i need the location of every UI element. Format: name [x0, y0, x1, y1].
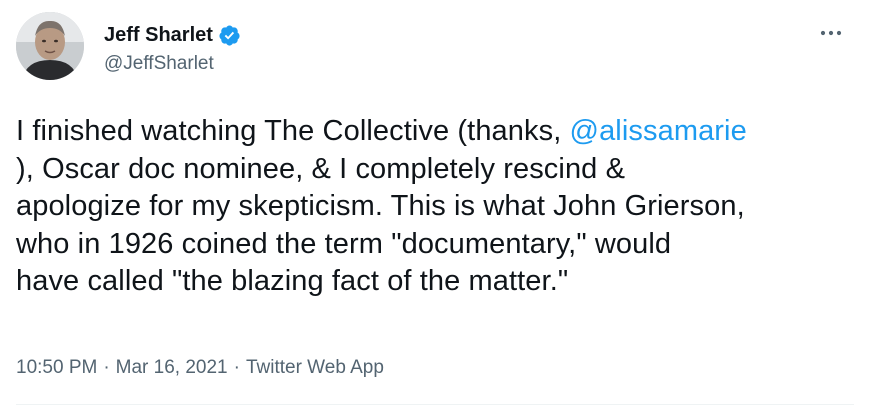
tweet-line: apologize for my skepticism. This is wha…	[16, 190, 745, 222]
more-options-icon	[820, 30, 842, 36]
author-handle[interactable]: @JeffSharlet	[104, 52, 241, 76]
avatar[interactable]	[16, 12, 84, 80]
meta-separator: ·	[103, 357, 110, 378]
tweet-time[interactable]: 10:50 PM	[16, 357, 97, 378]
tweet-line-text: I finished watching The Collective (than…	[16, 115, 570, 147]
meta-separator: ·	[233, 357, 240, 378]
author-block: Jeff Sharlet @JeffSharlet	[104, 22, 241, 76]
tweet-meta: 10:50 PM · Mar 16, 2021 · Twitter Web App	[16, 356, 384, 380]
author-name[interactable]: Jeff Sharlet	[104, 22, 213, 48]
mention-link[interactable]: @alissamarie	[570, 115, 747, 147]
tweet-source[interactable]: Twitter Web App	[246, 357, 384, 378]
divider	[16, 404, 854, 405]
author-name-row: Jeff Sharlet	[104, 22, 241, 48]
tweet-line: have called "the blazing fact of the mat…	[16, 265, 569, 297]
verified-badge-icon	[218, 24, 241, 47]
tweet-date[interactable]: Mar 16, 2021	[116, 357, 228, 378]
avatar-image	[16, 12, 84, 80]
more-options-button[interactable]	[814, 16, 848, 50]
tweet-card: Jeff Sharlet @JeffSharlet I finished wat…	[0, 0, 870, 414]
tweet-line: ), Oscar doc nominee, & I completely res…	[16, 152, 626, 185]
tweet-line: who in 1926 coined the term "documentary…	[16, 227, 672, 260]
tweet-text: I finished watching The Collective (than…	[16, 113, 852, 301]
tweet-line: I finished watching The Collective (than…	[16, 113, 852, 151]
